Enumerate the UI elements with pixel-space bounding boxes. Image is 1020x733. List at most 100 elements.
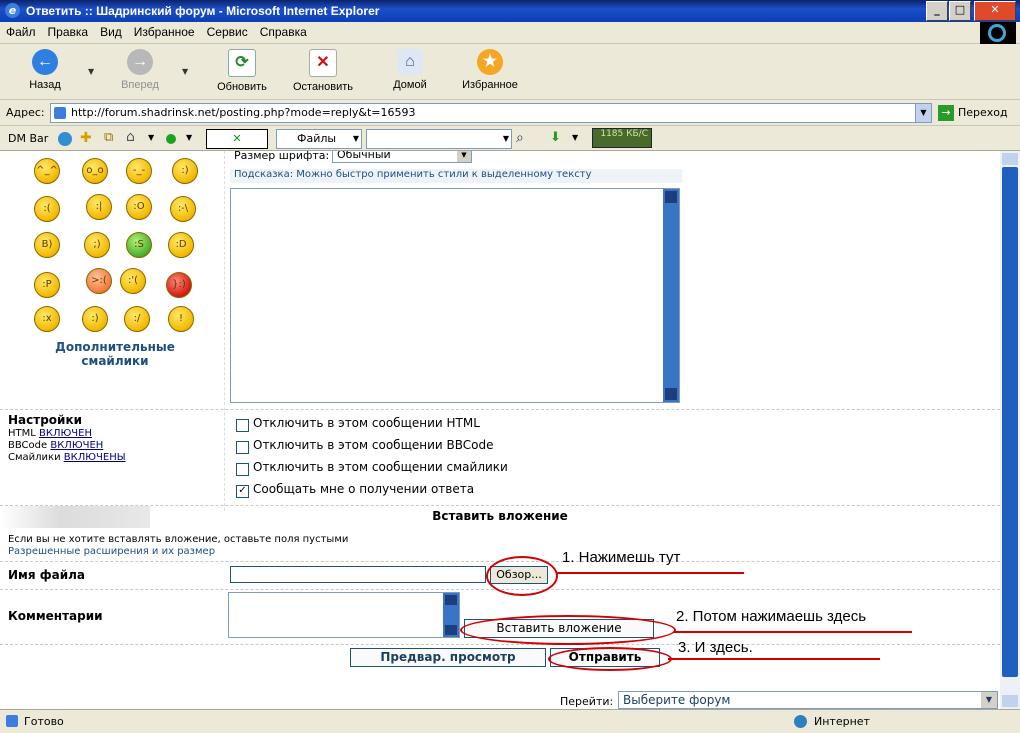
- smiley-icon[interactable]: >:(: [86, 268, 112, 294]
- filename-input[interactable]: [230, 566, 486, 583]
- page-content: ^_^ o_o -_- :) :( :| :O :-\ B) ;) :S :D …: [0, 151, 1000, 709]
- clip-icon[interactable]: ⧉: [104, 130, 113, 145]
- status-dot-icon: [166, 134, 176, 144]
- refresh-label: Обновить: [217, 81, 267, 93]
- address-input[interactable]: http://forum.shadrinsk.net/posting.php?m…: [50, 103, 932, 123]
- comment-textarea[interactable]: [228, 592, 460, 638]
- comment-scroll-up-icon[interactable]: [445, 595, 457, 605]
- option-html-label: Отключить в этом сообщении HTML: [253, 416, 480, 430]
- smiley-icon[interactable]: :O: [126, 194, 152, 220]
- page-scrollbar[interactable]: [1000, 151, 1020, 709]
- download-dropdown-icon[interactable]: ▼: [572, 133, 578, 142]
- window-title: Ответить :: Шадринский форум - Microsoft…: [26, 4, 380, 18]
- bbcode-label: BBCode: [8, 440, 48, 451]
- maximize-button[interactable]: □: [949, 1, 971, 21]
- smiley-icon[interactable]: -_-: [126, 158, 152, 184]
- more-smilies-link[interactable]: Дополнительные смайлики: [50, 340, 180, 368]
- page-scroll-down-icon[interactable]: [1002, 695, 1018, 707]
- attach-title: Вставить вложение: [432, 509, 568, 523]
- files-select[interactable]: Файлы ▼: [276, 129, 362, 149]
- home-dropdown-icon[interactable]: ▼: [148, 133, 154, 142]
- preview-button[interactable]: Предвар. просмотр: [350, 648, 546, 667]
- option-notify-label: Сообщать мне о получении ответа: [253, 482, 475, 496]
- forward-button[interactable]: → Вперед: [112, 49, 168, 91]
- smiley-icon[interactable]: ^_^: [34, 158, 60, 184]
- smiley-icon[interactable]: :-\: [170, 196, 196, 222]
- exclamation-smiley-icon[interactable]: !: [168, 306, 194, 332]
- go-button[interactable]: → Переход: [938, 103, 1016, 123]
- globe-icon[interactable]: [58, 132, 72, 146]
- option-bbcode-checkbox[interactable]: [236, 441, 249, 454]
- option-html-checkbox[interactable]: [236, 419, 249, 432]
- option-bbcode-label: Отключить в этом сообщении BBCode: [253, 438, 494, 452]
- devil-smiley-icon[interactable]: }:): [166, 272, 192, 298]
- menu-help[interactable]: Справка: [254, 22, 313, 39]
- settings-html: HTML ВКЛЮЧЕН: [8, 428, 92, 439]
- scroll-down-icon[interactable]: [665, 388, 677, 400]
- status-text: Готово: [24, 715, 64, 728]
- smiley-icon[interactable]: :): [82, 306, 108, 332]
- menu-file[interactable]: Файл: [0, 22, 42, 39]
- dm-monitor-icon[interactable]: ✕: [206, 129, 268, 149]
- textarea-scrollbar[interactable]: [663, 189, 679, 402]
- refresh-button[interactable]: ⟳ Обновить: [210, 49, 274, 93]
- favorites-button[interactable]: ★ Избранное: [456, 49, 524, 91]
- font-size-select[interactable]: Обычный ▼: [332, 151, 472, 163]
- smiley-icon[interactable]: :): [172, 158, 198, 184]
- close-button[interactable]: ✕: [974, 1, 1016, 21]
- smiley-icon[interactable]: :(: [34, 196, 60, 222]
- page-status-icon: [6, 715, 18, 727]
- add-icon[interactable]: ✚: [80, 130, 92, 146]
- back-dropdown-icon[interactable]: ▼: [88, 67, 94, 76]
- minimize-button[interactable]: _: [926, 1, 948, 21]
- search-icon[interactable]: ⌕: [516, 130, 524, 146]
- stop-button[interactable]: ✕ Остановить: [286, 49, 360, 93]
- smiley-icon[interactable]: :'(: [120, 268, 146, 294]
- jump-select[interactable]: Выберите форум ▼: [618, 691, 998, 709]
- scroll-up-icon[interactable]: [665, 191, 677, 203]
- star-icon: ★: [477, 49, 503, 75]
- smiley-icon[interactable]: B): [34, 232, 60, 258]
- smiley-icon[interactable]: :D: [168, 232, 194, 258]
- smiley-icon[interactable]: :|: [86, 194, 112, 220]
- back-button[interactable]: ← Назад: [20, 49, 70, 91]
- blurred-region: [0, 506, 150, 528]
- menu-tools[interactable]: Сервис: [201, 22, 254, 39]
- speed-value: 1185 КБ/С: [600, 129, 648, 139]
- settings-smilies: Смайлики ВКЛЮЧЕНЫ: [8, 452, 126, 463]
- comment-scrollbar[interactable]: [443, 593, 459, 637]
- message-textarea[interactable]: [230, 188, 680, 403]
- forward-dropdown-icon[interactable]: ▼: [182, 67, 188, 76]
- download-icon[interactable]: ⬇: [550, 130, 561, 145]
- status-dropdown-icon[interactable]: ▼: [186, 133, 192, 142]
- settings-title: Настройки: [8, 413, 83, 427]
- jump-value: Выберите форум: [623, 693, 731, 707]
- smiley-icon[interactable]: ;): [84, 232, 110, 258]
- font-size-label: Размер шрифта:: [234, 151, 330, 162]
- dm-bar: DM Bar ✚ ⧉ ⌂ ▼ ▼ ✕ Файлы ▼ ▼ ⌕ ⬇ ▼ 1185 …: [0, 127, 1020, 151]
- smiley-icon[interactable]: :P: [34, 272, 60, 298]
- home-small-icon[interactable]: ⌂: [126, 129, 135, 145]
- smiley-icon[interactable]: o_o: [82, 158, 108, 184]
- home-icon: ⌂: [397, 49, 423, 75]
- smiley-icon[interactable]: :/: [124, 306, 150, 332]
- menu-edit[interactable]: Правка: [42, 22, 95, 39]
- dm-search-input[interactable]: ▼: [366, 129, 512, 149]
- zone-text: Интернет: [814, 715, 870, 728]
- option-smilies-checkbox[interactable]: [236, 463, 249, 476]
- menu-favorites[interactable]: Избранное: [128, 22, 201, 39]
- menu-view[interactable]: Вид: [94, 22, 128, 39]
- separator: [0, 644, 1000, 645]
- page-scroll-thumb[interactable]: [1002, 167, 1018, 677]
- annotation-underline: [674, 631, 912, 633]
- smiley-icon[interactable]: :x: [34, 306, 60, 332]
- home-button[interactable]: ⌂ Домой: [386, 49, 434, 91]
- smiley-icon[interactable]: :S: [126, 232, 152, 258]
- comment-scroll-down-icon[interactable]: [445, 625, 457, 635]
- page-scroll-up-icon[interactable]: [1002, 153, 1018, 165]
- html-label: HTML: [8, 428, 36, 439]
- option-notify-checkbox[interactable]: ✓: [236, 485, 249, 498]
- option-smilies-label: Отключить в этом сообщении смайлики: [253, 460, 508, 474]
- extensions-link[interactable]: Разрешенные расширения и их размер: [8, 546, 215, 557]
- address-dropdown-icon[interactable]: ▼: [915, 104, 931, 122]
